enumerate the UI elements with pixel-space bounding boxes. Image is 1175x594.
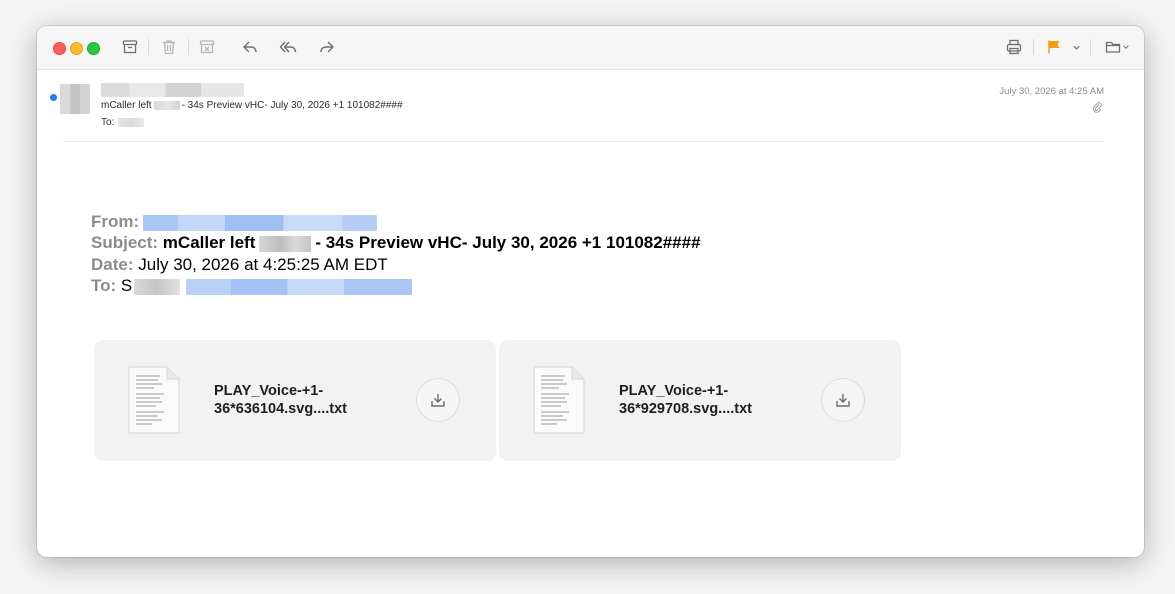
download-icon [836,394,850,407]
to-label: To: [101,117,115,128]
subject-suffix: - 34s Preview vHC- July 30, 2026 +1 1010… [181,100,403,111]
from-label: From: [91,212,140,231]
paperclip-icon [1092,102,1102,113]
attachment-name-line1: PLAY_Voice-+1- [214,383,324,399]
date-label: Date: [91,255,134,274]
attachment-name-line2: 36*636104.svg....txt [214,401,348,417]
redacted-name [259,235,312,252]
text-file-icon [533,366,585,434]
mail-window: mCaller left - 34s Preview vHC- July 30, … [37,26,1144,557]
subject-label: Subject: [91,233,159,252]
archive-button[interactable] [119,37,141,57]
attachment-name: PLAY_Voice-+1- 36*929708.svg....txt [619,382,819,418]
forwarded-date: Date: July 30, 2026 at 4:25:25 AM EDT [91,255,388,275]
reply-button[interactable] [239,37,261,57]
flag-button[interactable] [1043,37,1065,57]
attachment-card[interactable]: PLAY_Voice-+1- 36*636104.svg....txt [94,340,496,461]
attachment-name-line1: PLAY_Voice-+1- [619,383,729,399]
reply-all-button[interactable] [277,37,299,57]
forwarded-subject-prefix: mCaller left [162,233,256,252]
chevron-down-icon [1123,45,1129,49]
forward-button[interactable] [316,37,338,57]
reply-icon [243,41,257,53]
forwarded-date-value: July 30, 2026 at 4:25:25 AM EDT [138,255,388,274]
message-date: July 30, 2026 at 4:25 AM [999,86,1104,97]
redacted-name [153,100,180,110]
minimize-window-button[interactable] [70,42,83,55]
print-icon [1006,39,1022,55]
chevron-down-icon [1072,45,1080,50]
print-button[interactable] [1003,37,1025,57]
redacted-from-address [143,214,378,231]
folder-icon [1105,41,1121,53]
download-button[interactable] [416,378,460,422]
attachment-card[interactable]: PLAY_Voice-+1- 36*929708.svg....txt [499,340,901,461]
move-to-folder-button[interactable] [1100,37,1134,57]
to-label: To: [91,276,117,295]
header-divider [63,141,1104,142]
forwarded-to: To: S [91,276,413,296]
unread-indicator [50,94,57,101]
junk-icon [199,40,215,54]
text-file-icon [128,366,180,434]
attachment-name: PLAY_Voice-+1- 36*636104.svg....txt [214,382,414,418]
trash-button[interactable] [158,37,180,57]
close-window-button[interactable] [53,42,66,55]
toolbar [37,26,1144,70]
maximize-window-button[interactable] [87,42,100,55]
sender-name [101,83,244,97]
forwarded-subject-suffix: - 34s Preview vHC- July 30, 2026 +1 1010… [315,233,701,252]
forwarded-subject: Subject: mCaller left - 34s Preview vHC- … [91,233,701,253]
message-subject: mCaller left - 34s Preview vHC- July 30, … [101,100,403,111]
to-initial: S [120,276,133,295]
download-button[interactable] [821,378,865,422]
reply-all-icon [279,41,297,53]
forward-icon [320,41,334,53]
subject-prefix: mCaller left [101,100,152,111]
flag-menu-button[interactable] [1070,37,1082,57]
message-recipient: To: [101,117,145,128]
redacted-to-address [186,278,413,295]
attachment-name-line2: 36*929708.svg....txt [619,401,753,417]
redacted-to-name [134,278,181,295]
redacted-recipient [118,117,145,127]
download-icon [431,394,445,407]
flag-icon [1048,40,1060,54]
sender-avatar [60,84,90,114]
junk-button[interactable] [196,37,218,57]
archive-icon [122,40,138,54]
trash-icon [163,40,175,55]
forwarded-from: From: [91,212,378,232]
